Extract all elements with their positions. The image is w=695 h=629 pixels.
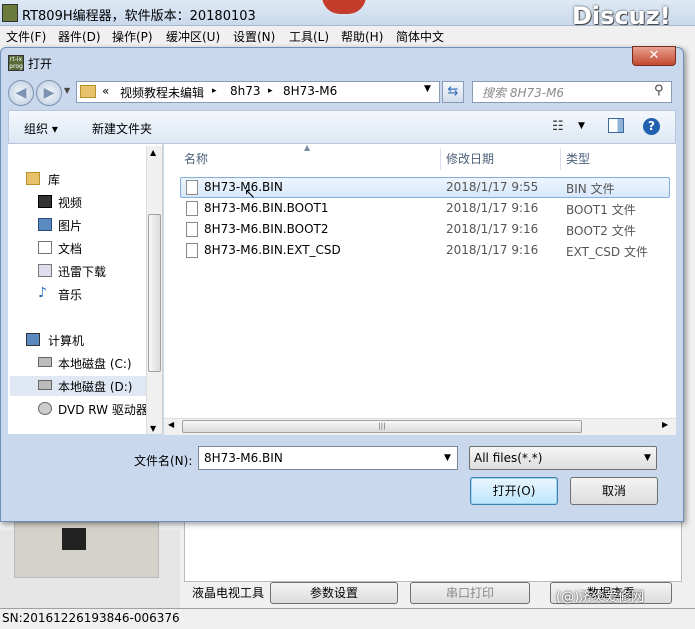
address-dropdown-icon[interactable]: ▼ bbox=[424, 84, 431, 94]
back-button[interactable]: ◀ bbox=[8, 80, 34, 106]
column-header-date[interactable]: 修改日期 bbox=[446, 150, 494, 167]
breadcrumb-separator[interactable]: ▸ bbox=[268, 86, 273, 96]
menu-language[interactable]: 简体中文 bbox=[396, 28, 444, 45]
menu-file[interactable]: 文件(F) bbox=[6, 28, 46, 45]
file-icon bbox=[186, 243, 198, 258]
nav-item-drive-c[interactable]: 本地磁盘 (C:) bbox=[58, 355, 132, 372]
serial-number: SN:20161226193846-006376 bbox=[2, 611, 180, 625]
column-header-type[interactable]: 类型 bbox=[566, 150, 590, 167]
nav-item-drive-d[interactable]: 本地磁盘 (D:) bbox=[58, 378, 132, 395]
serial-print-button[interactable]: 串口打印 bbox=[410, 582, 530, 604]
nav-item-pictures[interactable]: 图片 bbox=[58, 217, 82, 234]
dialog-close-button[interactable]: ✕ bbox=[632, 46, 676, 66]
sort-indicator-icon: ▲ bbox=[304, 143, 311, 152]
nav-item-downloads[interactable]: 迅雷下载 bbox=[58, 263, 106, 280]
breadcrumb-separator[interactable]: ▸ bbox=[212, 86, 217, 96]
file-row-type: BOOT2 文件 bbox=[566, 224, 636, 238]
file-row-date: 2018/1/17 9:16 bbox=[446, 222, 539, 236]
search-placeholder: 搜索 8H73-M6 bbox=[482, 86, 565, 100]
file-icon bbox=[186, 222, 198, 237]
dialog-app-icon: rt-ix prog bbox=[8, 55, 24, 71]
param-settings-button[interactable]: 参数设置 bbox=[270, 582, 398, 604]
menu-tools[interactable]: 工具(L) bbox=[289, 28, 329, 45]
app-icon bbox=[2, 4, 18, 22]
scroll-right-icon[interactable]: ▶ bbox=[662, 420, 668, 429]
dvd-icon bbox=[38, 402, 52, 415]
nav-item-documents[interactable]: 文档 bbox=[58, 240, 82, 257]
cancel-button[interactable]: 取消 bbox=[570, 477, 658, 505]
column-divider[interactable] bbox=[560, 148, 561, 170]
mouse-cursor-icon: ↖ bbox=[244, 186, 256, 202]
nav-item-music[interactable]: 音乐 bbox=[58, 286, 82, 303]
file-row-date: 2018/1/17 9:55 bbox=[446, 180, 539, 194]
forward-button[interactable]: ▶ bbox=[36, 80, 62, 106]
download-icon bbox=[38, 264, 52, 277]
file-row-name[interactable]: 8H73-M6.BIN.EXT_CSD bbox=[204, 243, 341, 257]
filename-label: 文件名(N): bbox=[134, 454, 193, 468]
menu-settings[interactable]: 设置(N) bbox=[233, 28, 275, 45]
file-row-type: BIN 文件 bbox=[566, 182, 615, 196]
computer-icon bbox=[26, 333, 40, 346]
file-row-name[interactable]: 8H73-M6.BIN.BOOT1 bbox=[204, 201, 329, 215]
nav-item-dvd[interactable]: DVD RW 驱动器 bbox=[58, 401, 148, 418]
scroll-left-icon[interactable]: ◀ bbox=[168, 420, 174, 429]
filename-value[interactable]: 8H73-M6.BIN bbox=[204, 451, 283, 465]
refresh-button[interactable]: ⇆ bbox=[442, 81, 464, 103]
nav-item-video[interactable]: 视频 bbox=[58, 194, 82, 211]
picture-icon bbox=[38, 218, 52, 231]
drive-icon bbox=[38, 380, 52, 390]
drive-icon bbox=[38, 357, 52, 367]
file-icon bbox=[186, 201, 198, 216]
nav-item-library[interactable]: 库 bbox=[48, 171, 60, 188]
file-type-value[interactable]: All files(*.*) bbox=[474, 451, 542, 465]
breadcrumb-item[interactable]: 8H73-M6 bbox=[283, 84, 337, 98]
menu-operate[interactable]: 操作(P) bbox=[112, 28, 153, 45]
menu-buffer[interactable]: 缓冲区(U) bbox=[166, 28, 220, 45]
chip-socket bbox=[62, 528, 86, 550]
column-header-name[interactable]: 名称 bbox=[184, 150, 208, 167]
horizontal-scroll-thumb[interactable]: ||| bbox=[182, 420, 582, 433]
search-icon[interactable]: ⚲ bbox=[654, 83, 664, 98]
log-area bbox=[184, 520, 682, 582]
history-dropdown-icon[interactable]: ▼ bbox=[64, 86, 70, 95]
file-row-type: BOOT1 文件 bbox=[566, 203, 636, 217]
column-divider[interactable] bbox=[440, 148, 441, 170]
app-title: RT809H编程器，软件版本：20180103 bbox=[22, 9, 256, 24]
breadcrumb-prefix[interactable]: « bbox=[102, 84, 109, 98]
filename-dropdown-icon[interactable]: ▼ bbox=[444, 453, 451, 463]
file-type-dropdown-icon[interactable]: ▼ bbox=[644, 453, 651, 463]
preview-pane-icon[interactable] bbox=[608, 118, 624, 133]
view-dropdown-icon[interactable]: ▼ bbox=[578, 121, 585, 131]
breadcrumb-item[interactable]: 视频教程未编辑 bbox=[120, 84, 204, 101]
menu-device[interactable]: 器件(D) bbox=[58, 28, 101, 45]
file-row-date: 2018/1/17 9:16 bbox=[446, 201, 539, 215]
view-options-icon[interactable]: ☷ bbox=[552, 119, 564, 134]
file-row-type: EXT_CSD 文件 bbox=[566, 245, 648, 259]
breadcrumb-item[interactable]: 8h73 bbox=[230, 84, 261, 98]
dialog-title: 打开 bbox=[28, 57, 53, 71]
new-folder-button[interactable]: 新建文件夹 bbox=[92, 120, 152, 137]
library-icon bbox=[26, 172, 40, 185]
open-button[interactable]: 打开(O) bbox=[470, 477, 558, 505]
menubar: 文件(F) 器件(D) 操作(P) 缓冲区(U) 设置(N) 工具(L) 帮助(… bbox=[0, 26, 695, 46]
menu-help[interactable]: 帮助(H) bbox=[341, 28, 383, 45]
video-icon bbox=[38, 195, 52, 208]
scroll-down-icon[interactable]: ▼ bbox=[150, 424, 156, 433]
help-icon[interactable]: ? bbox=[643, 118, 660, 135]
device-image bbox=[14, 522, 159, 578]
lcd-tool-label: 液晶电视工具 bbox=[192, 586, 265, 600]
wechat-watermark: (@)济炎爱修网 bbox=[556, 590, 645, 605]
nav-scroll-thumb[interactable] bbox=[148, 214, 161, 372]
file-row-name[interactable]: 8H73-M6.BIN.BOOT2 bbox=[204, 222, 329, 236]
organize-button[interactable]: 组织 ▾ bbox=[24, 120, 58, 137]
nav-item-computer[interactable]: 计算机 bbox=[48, 332, 84, 349]
document-icon bbox=[38, 241, 52, 254]
file-icon bbox=[186, 180, 198, 195]
file-row-date: 2018/1/17 9:16 bbox=[446, 243, 539, 257]
music-icon: ♪ bbox=[38, 285, 47, 301]
folder-icon bbox=[80, 85, 96, 98]
scroll-up-icon[interactable]: ▲ bbox=[150, 148, 156, 157]
